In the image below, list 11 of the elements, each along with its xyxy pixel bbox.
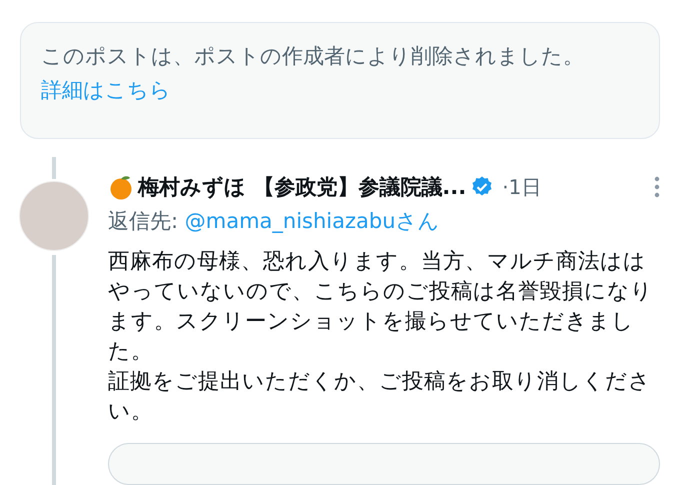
quoted-post-card[interactable] bbox=[108, 443, 660, 485]
tangerine-icon bbox=[108, 174, 134, 200]
post-time: ·1日 bbox=[502, 174, 542, 200]
post-text: 証拠をご提出いただくか、ご投稿をお取り消しください。 bbox=[108, 368, 652, 426]
deleted-post-message: このポストは、ポストの作成者により削除されました。 詳細はこちら bbox=[41, 43, 585, 104]
details-link[interactable]: 詳細はこちら bbox=[41, 78, 171, 102]
more-options-icon[interactable] bbox=[654, 175, 660, 199]
reply-to-handle[interactable]: @mama_nishiazabuさん bbox=[184, 209, 440, 233]
reply-to-label: 返信先: bbox=[108, 209, 178, 233]
post-text: 西麻布の母様、恐れ入ります。当方、マルチ商法ははやっていないので、こちらのご投稿は名誉毀損になります。スクリーンショットを撮らせていただきました。 bbox=[108, 248, 654, 366]
author-name[interactable]: 梅村みずほ 【参政党】参議院議... bbox=[138, 173, 466, 201]
